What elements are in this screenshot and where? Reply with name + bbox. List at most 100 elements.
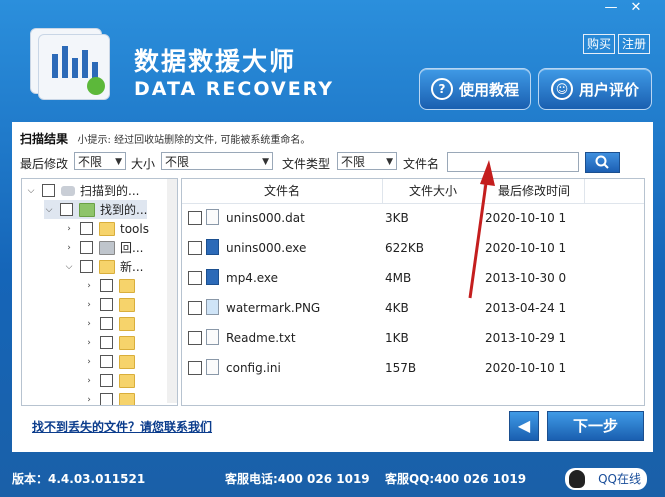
table-row[interactable]: unins000.exe 622KB 2020-10-10 1 (182, 233, 644, 263)
tree-item-new[interactable]: ⌵ 新... (64, 257, 143, 276)
checkbox[interactable] (188, 331, 202, 345)
file-size: 4MB (385, 271, 412, 285)
tree-item-tools[interactable]: › tools (64, 219, 149, 238)
file-size: 622KB (385, 241, 425, 255)
help-icon: ? (430, 78, 453, 100)
tree-item[interactable]: › (84, 314, 140, 333)
expand-icon[interactable]: › (84, 319, 94, 329)
tree-item-found[interactable]: ⌵ 找到的... (44, 200, 148, 219)
tree-item[interactable]: › (84, 333, 140, 352)
checkbox[interactable] (100, 317, 113, 330)
tree-item-recycle[interactable]: › 回... (64, 238, 143, 257)
expand-icon[interactable]: › (84, 300, 94, 310)
file-name: mp4.exe (226, 271, 279, 285)
tree-item-label: 回... (120, 241, 144, 255)
tree-item[interactable]: › (84, 371, 140, 390)
tree-item-root[interactable]: ⌵ 扫描到的... (26, 181, 139, 200)
tree-scrollbar[interactable] (167, 179, 177, 403)
modified-select-value: 不限 (78, 155, 103, 169)
collapse-icon[interactable]: ⌵ (64, 262, 74, 272)
dropdown-arrow-icon: ▼ (115, 157, 122, 167)
checkbox[interactable] (188, 301, 202, 315)
file-list-header: 文件名 文件大小 最后修改时间 (182, 179, 644, 204)
table-row[interactable]: mp4.exe 4MB 2013-10-30 0 (182, 263, 644, 293)
file-type-select[interactable]: 不限 ▼ (337, 152, 397, 170)
checkbox[interactable] (42, 184, 55, 197)
column-header-date[interactable]: 最后修改时间 (484, 179, 585, 203)
text-file-icon (206, 329, 219, 345)
size-label: 大小 (131, 157, 156, 171)
folder-icon (119, 373, 135, 388)
table-row[interactable]: watermark.PNG 4KB 2013-04-24 1 (182, 293, 644, 323)
collapse-icon[interactable]: ⌵ (26, 186, 36, 196)
file-name: watermark.PNG (226, 301, 321, 315)
checkbox[interactable] (80, 241, 93, 254)
checkbox[interactable] (188, 241, 202, 255)
table-row[interactable]: Readme.txt 1KB 2013-10-29 1 (182, 323, 644, 353)
next-button[interactable]: 下一步 (547, 411, 644, 441)
file-date: 2020-10-10 1 (485, 211, 567, 225)
register-link[interactable]: 注册 (618, 34, 651, 54)
recycle-bin-icon (99, 240, 115, 255)
expand-icon[interactable]: › (84, 395, 94, 405)
expand-icon[interactable]: › (84, 376, 94, 386)
checkbox[interactable] (100, 374, 113, 387)
tree-item[interactable]: › (84, 352, 140, 371)
search-icon (595, 155, 609, 169)
column-header-name[interactable]: 文件名 (182, 179, 383, 203)
expand-icon[interactable]: › (84, 281, 94, 291)
file-date: 2013-10-29 1 (485, 331, 567, 345)
checkbox[interactable] (100, 279, 113, 292)
folder-icon (119, 297, 135, 312)
checkbox[interactable] (100, 336, 113, 349)
close-button[interactable]: ✕ (625, 0, 647, 16)
file-name-input[interactable] (447, 152, 579, 172)
review-button[interactable]: ☺ 用户评价 (538, 68, 652, 110)
qq-online-label: QQ在线 (598, 472, 641, 486)
checkbox[interactable] (188, 211, 202, 225)
checkbox[interactable] (80, 260, 93, 273)
expand-icon[interactable]: › (84, 338, 94, 348)
checkbox[interactable] (188, 271, 202, 285)
minimize-button[interactable]: — (600, 0, 622, 16)
tree-item[interactable]: › (84, 390, 140, 405)
checkbox[interactable] (100, 355, 113, 368)
size-select[interactable]: 不限 ▼ (161, 152, 273, 170)
drive-icon (61, 185, 75, 196)
qq-text: 客服QQ:400 026 1019 (385, 472, 527, 486)
modified-select[interactable]: 不限 ▼ (74, 152, 126, 170)
back-button[interactable]: ◀ (509, 411, 539, 441)
checkbox[interactable] (188, 361, 202, 375)
file-size: 3KB (385, 211, 409, 225)
collapse-icon[interactable]: ⌵ (44, 205, 54, 215)
filter-bar: 最后修改 不限 ▼ 大小 不限 ▼ 文件类型 不限 ▼ 文件名 (20, 152, 645, 173)
search-button[interactable] (585, 152, 620, 173)
tree-item[interactable]: › (84, 295, 140, 314)
tree-item[interactable]: › (84, 276, 140, 295)
review-button-label: 用户评价 (578, 80, 639, 99)
buy-link[interactable]: 购买 (583, 34, 616, 54)
checkbox[interactable] (60, 203, 73, 216)
folder-icon (119, 354, 135, 369)
file-type-select-value: 不限 (341, 155, 366, 169)
exe-file-icon (206, 239, 219, 255)
file-date: 2020-10-10 1 (485, 241, 567, 255)
expand-icon[interactable]: › (64, 224, 74, 234)
qq-online-button[interactable]: QQ在线 (565, 468, 647, 490)
expand-icon[interactable]: › (84, 357, 94, 367)
folder-icon (99, 221, 115, 236)
app-subtitle: DATA RECOVERY (134, 78, 335, 100)
checkbox[interactable] (100, 298, 113, 311)
file-date: 2013-10-30 0 (485, 271, 567, 285)
expand-icon[interactable]: › (64, 243, 74, 253)
column-header-size[interactable]: 文件大小 (383, 179, 484, 203)
table-row[interactable]: config.ini 157B 2020-10-10 1 (182, 353, 644, 383)
file-name-label: 文件名 (403, 157, 440, 171)
exe-file-icon (206, 269, 219, 285)
tutorial-button[interactable]: ? 使用教程 (419, 68, 531, 110)
checkbox[interactable] (80, 222, 93, 235)
file-date: 2013-04-24 1 (485, 301, 567, 315)
contact-us-link[interactable]: 找不到丢失的文件？请您联系我们 (32, 418, 212, 435)
checkbox[interactable] (100, 393, 113, 405)
table-row[interactable]: unins000.dat 3KB 2020-10-10 1 (182, 203, 644, 233)
